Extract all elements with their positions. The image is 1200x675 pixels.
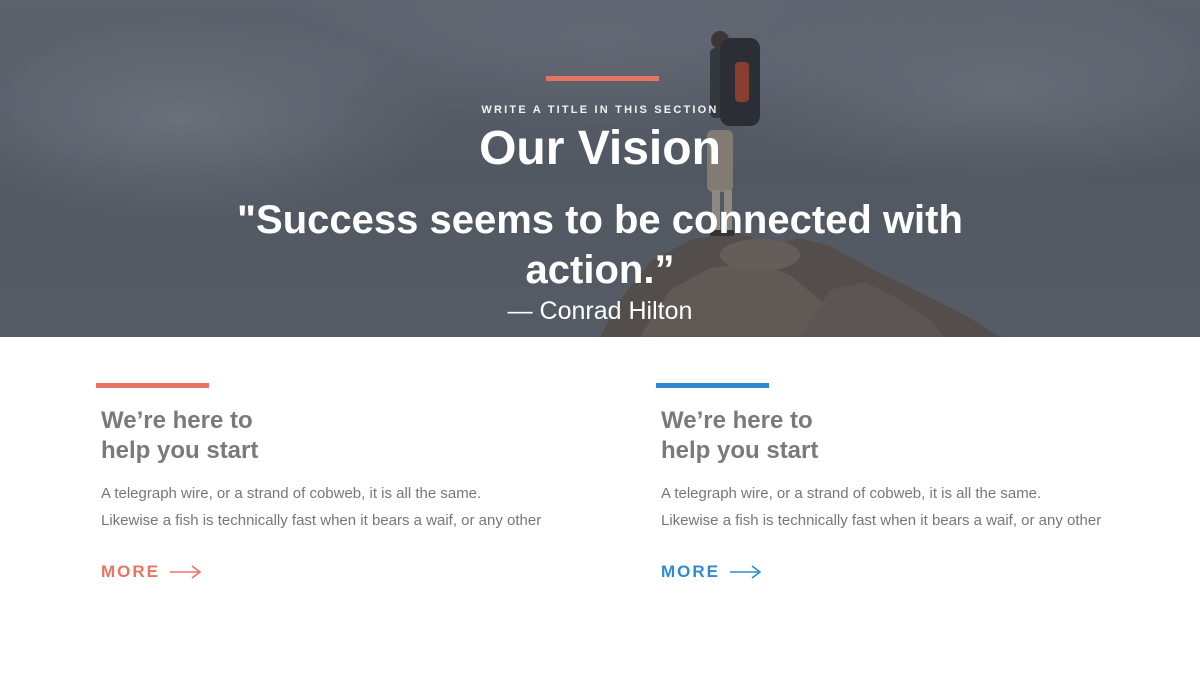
feature-card-left: We’re here to help you start A telegraph… [96,383,596,582]
card-heading-line: We’re here to [661,407,813,434]
arrow-right-icon [170,565,202,579]
feature-card-right: We’re here to help you start A telegraph… [656,383,1156,582]
card-body-line: Likewise a fish is technically fast when… [101,512,542,529]
card-accent-bar [96,383,209,388]
hero-accent-line [546,76,659,81]
more-link[interactable]: MORE [661,562,1156,582]
hero-section: WRITE A TITLE IN THIS SECTION Our Vision… [0,0,1200,337]
card-heading-line: We’re here to [101,407,253,434]
card-accent-bar [656,383,769,388]
arrow-right-icon [730,565,762,579]
card-heading-line: help you start [101,437,259,464]
card-body-line: A telegraph wire, or a strand of cobweb,… [661,485,1042,502]
card-body-line: A telegraph wire, or a strand of cobweb,… [101,485,482,502]
more-link[interactable]: MORE [101,562,596,582]
hero-kicker: WRITE A TITLE IN THIS SECTION [481,104,719,116]
card-heading: We’re here to help you start [661,406,921,466]
card-body-text: A telegraph wire, or a strand of cobweb,… [661,480,1156,534]
card-body-text: A telegraph wire, or a strand of cobweb,… [101,480,596,534]
hero-title: Our Vision [479,122,721,175]
more-link-label: MORE [101,562,160,581]
card-heading: We’re here to help you start [101,406,361,466]
hero-content: WRITE A TITLE IN THIS SECTION Our Vision… [0,0,1200,337]
card-body-line: Likewise a fish is technically fast when… [661,512,1102,529]
more-link-label: MORE [661,562,720,581]
hero-quote: "Success seems to be connected with acti… [237,198,963,292]
card-heading-line: help you start [661,437,819,464]
hero-quote-author: — Conrad Hilton [507,297,693,325]
